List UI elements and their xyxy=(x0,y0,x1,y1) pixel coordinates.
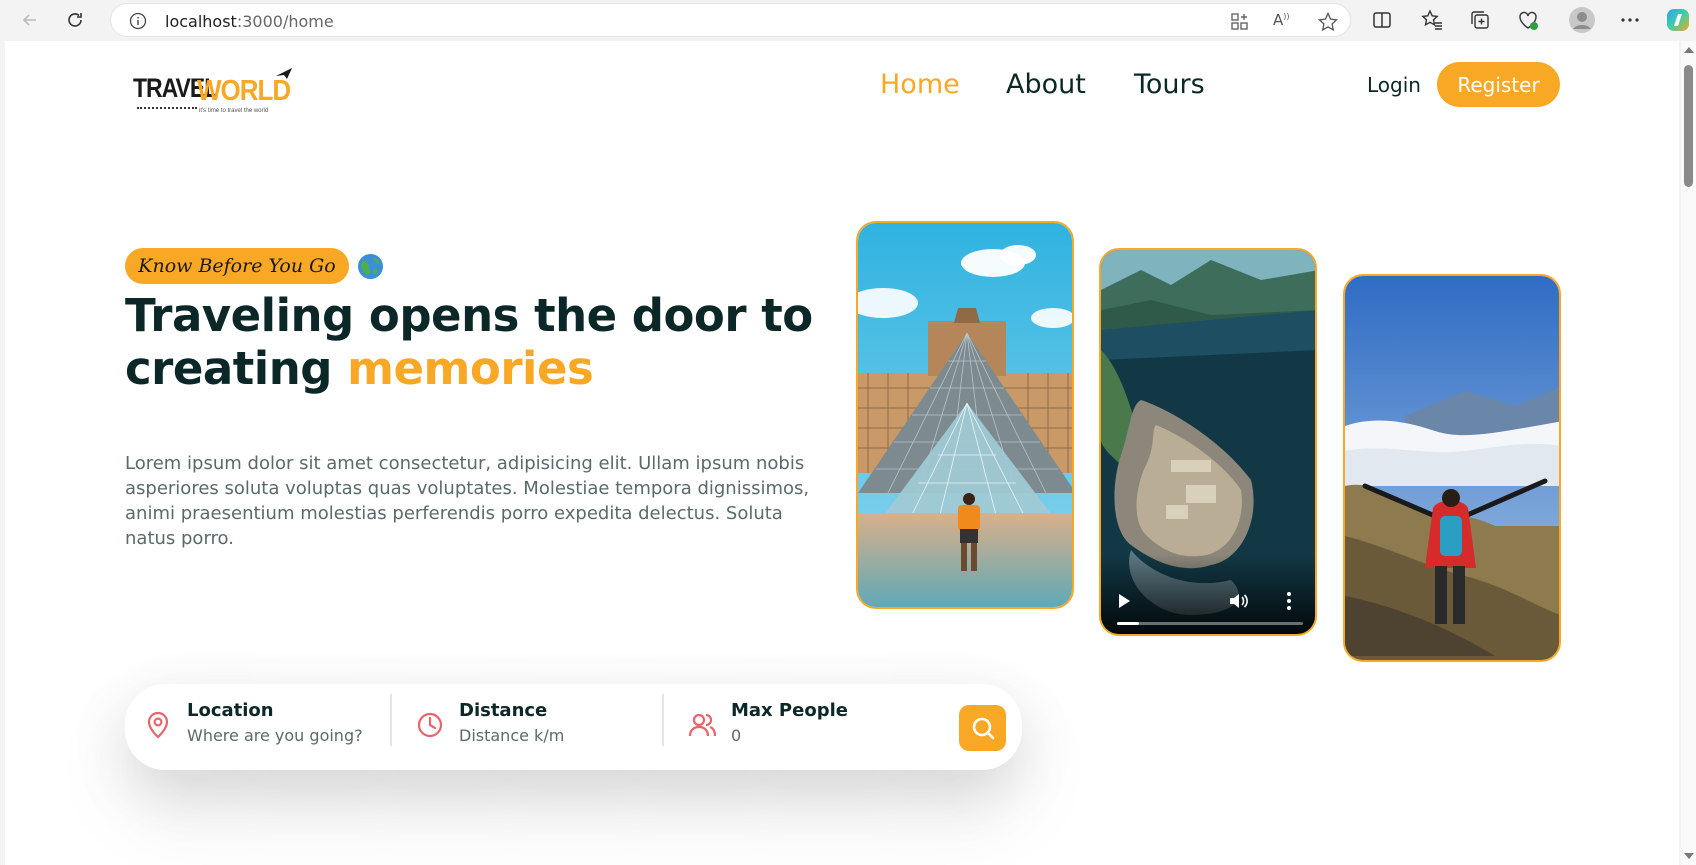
max-people-label: Max People xyxy=(731,700,848,721)
search-divider xyxy=(390,694,392,746)
collections-icon[interactable] xyxy=(1468,8,1492,32)
favorites-icon[interactable] xyxy=(1420,8,1444,32)
louvre-pyramid-image xyxy=(856,221,1074,609)
distance-label: Distance xyxy=(459,700,548,721)
max-people-field[interactable]: Max People 0 xyxy=(669,684,929,770)
hero-title: Traveling opens the door to creating mem… xyxy=(125,289,813,395)
location-field[interactable]: Location Where are you going? xyxy=(125,684,385,770)
scrollbar-thumb[interactable] xyxy=(1684,65,1693,187)
page-viewport: TRAVEL WORLD it's time to travel the wor… xyxy=(5,41,1679,865)
login-link[interactable]: Login xyxy=(1367,73,1421,97)
profile-avatar-icon[interactable] xyxy=(1568,6,1596,34)
site-logo[interactable]: TRAVEL WORLD it's time to travel the wor… xyxy=(133,67,293,117)
split-screen-icon[interactable] xyxy=(1370,8,1394,32)
group-icon xyxy=(688,713,717,737)
video-more-icon[interactable] xyxy=(1287,592,1291,610)
search-divider xyxy=(662,694,664,746)
browser-essentials-icon[interactable] xyxy=(1516,8,1540,32)
read-aloud-icon[interactable]: A)) xyxy=(1273,11,1295,33)
nav-about[interactable]: About xyxy=(1006,69,1086,100)
location-input[interactable]: Where are you going? xyxy=(187,726,363,745)
nav-tours[interactable]: Tours xyxy=(1134,69,1205,100)
play-icon[interactable] xyxy=(1119,594,1130,608)
globe-icon xyxy=(357,253,384,280)
video-progress-bar[interactable] xyxy=(1117,622,1303,625)
distance-field[interactable]: Distance Distance k/m xyxy=(397,684,657,770)
mountain-hiker-image xyxy=(1343,274,1561,662)
max-people-input[interactable]: 0 xyxy=(731,726,741,745)
favorite-star-icon[interactable] xyxy=(1317,11,1339,33)
more-options-icon[interactable] xyxy=(1618,8,1642,32)
search-button[interactable] xyxy=(959,705,1006,751)
map-pin-icon xyxy=(147,711,169,739)
location-label: Location xyxy=(187,700,274,721)
hero-badge: Know Before You Go xyxy=(125,248,349,284)
logo-dotted-path xyxy=(137,105,197,109)
distance-input[interactable]: Distance k/m xyxy=(459,726,564,745)
copilot-icon[interactable] xyxy=(1664,6,1692,34)
scroll-down-icon[interactable] xyxy=(1684,853,1694,859)
hero-description: Lorem ipsum dolor sit amet consectetur, … xyxy=(125,453,810,549)
island-fort-video[interactable] xyxy=(1099,248,1317,636)
apps-icon[interactable] xyxy=(1229,11,1251,33)
search-icon xyxy=(972,717,994,740)
site-info-icon[interactable] xyxy=(129,12,147,30)
nav-home[interactable]: Home xyxy=(880,69,960,100)
register-button[interactable]: Register xyxy=(1437,62,1560,107)
page-scrollbar[interactable] xyxy=(1681,41,1696,865)
back-icon[interactable] xyxy=(16,6,44,34)
url-text[interactable]: localhost:3000/home xyxy=(165,12,334,31)
browser-toolbar: localhost:3000/home A)) xyxy=(0,0,1696,40)
video-controls xyxy=(1101,554,1315,634)
hero-title-highlight: memories xyxy=(347,342,594,395)
clock-icon xyxy=(417,712,443,738)
volume-icon[interactable] xyxy=(1227,590,1249,612)
scroll-up-icon[interactable] xyxy=(1684,47,1694,53)
refresh-icon[interactable] xyxy=(61,6,89,34)
airplane-icon xyxy=(276,68,292,79)
tour-search-bar: Location Where are you going? Distance D… xyxy=(125,684,1022,770)
address-bar[interactable]: localhost:3000/home A)) xyxy=(110,3,1351,37)
logo-tagline: it's time to travel the world xyxy=(199,108,269,114)
